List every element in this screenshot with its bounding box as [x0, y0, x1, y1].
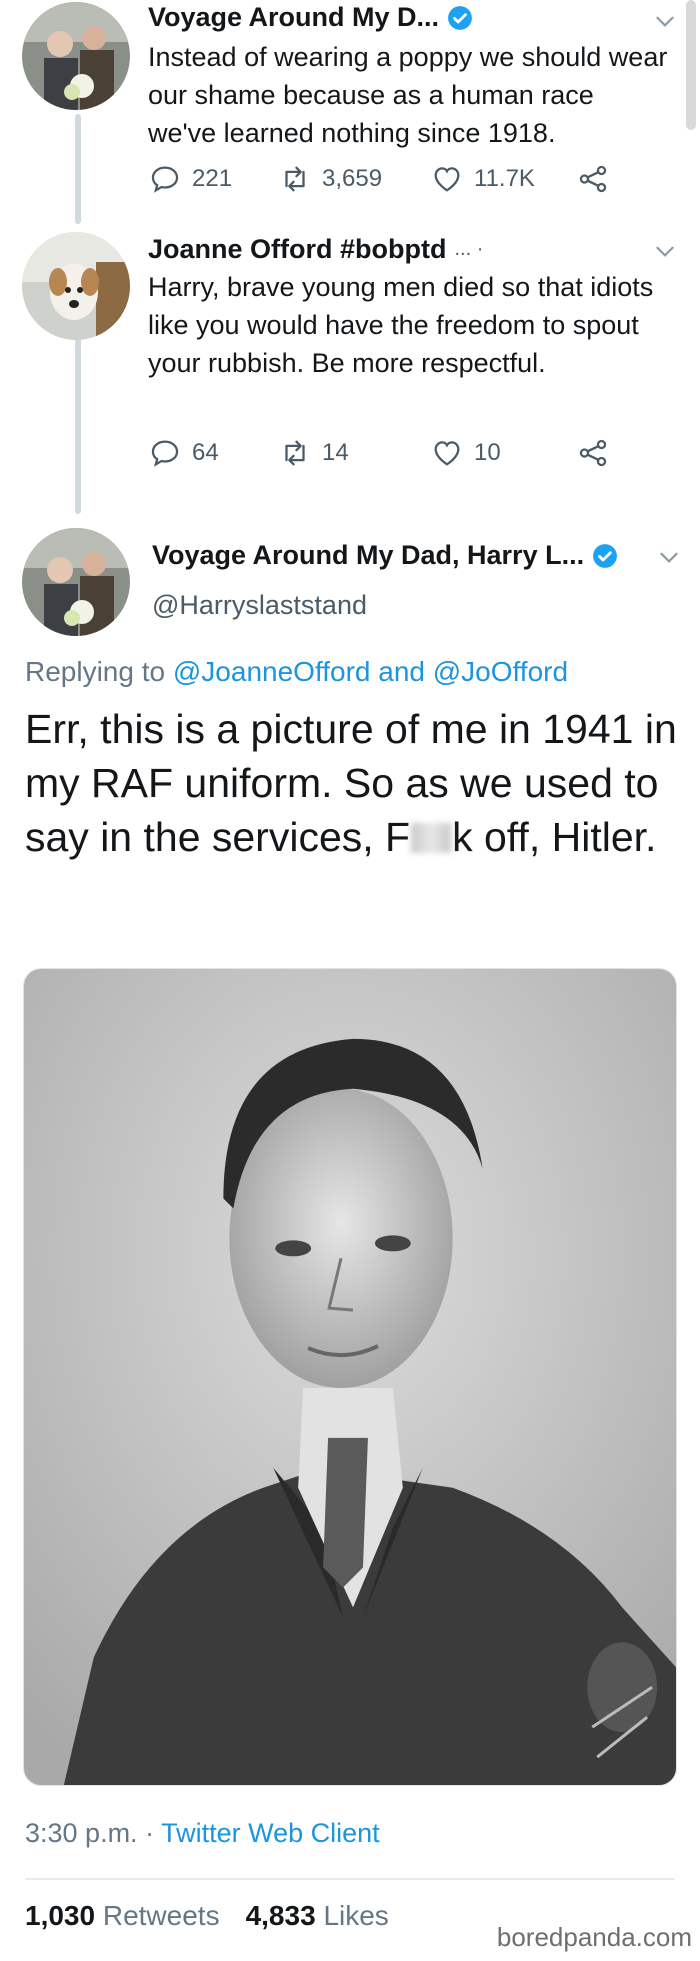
replying-to: Replying to @JoanneOfford and @JoOfford	[25, 656, 568, 688]
avatar[interactable]	[22, 232, 130, 340]
tweet-stats: 1,030 Retweets 4,833 Likes	[25, 1900, 389, 1932]
retweets-stat[interactable]: 1,030 Retweets	[25, 1900, 220, 1932]
divider	[25, 1878, 675, 1880]
tweet-client[interactable]: Twitter Web Client	[161, 1818, 380, 1848]
reply-count: 64	[192, 439, 219, 466]
like-button[interactable]: 11.7K	[430, 162, 576, 196]
mention-link[interactable]: @JoanneOfford	[173, 656, 371, 687]
replying-prefix: Replying to	[25, 656, 166, 687]
reply-icon	[151, 440, 179, 467]
share-icon	[579, 165, 607, 193]
tweet-header: Voyage Around My Dad, Harry L...	[152, 540, 618, 571]
watermark: boredpanda.com	[496, 1922, 692, 1952]
user-handle[interactable]: @Harryslaststand	[152, 590, 367, 621]
share-icon	[579, 439, 607, 467]
verified-badge-icon	[448, 5, 472, 30]
thread-connector-line	[75, 114, 81, 224]
thread-connector-line	[75, 338, 81, 514]
share-button[interactable]	[576, 162, 610, 196]
retweet-button[interactable]: 3,659	[278, 162, 430, 196]
meta-separator: ·	[145, 1818, 155, 1848]
tweet-text: Err, this is a picture of me in 1941 in …	[25, 702, 685, 864]
display-name[interactable]: Voyage Around My D...	[148, 2, 439, 33]
tweet-header: Voyage Around My D...	[148, 2, 473, 33]
heart-icon	[434, 167, 460, 192]
likes-label: Likes	[323, 1900, 389, 1931]
retweet-count: 14	[322, 439, 349, 466]
reply-icon	[151, 166, 179, 193]
tweet-time[interactable]: 3:30 p.m.	[25, 1818, 138, 1848]
tweet-actions: 64 14 10	[148, 436, 610, 470]
retweet-button[interactable]: 14	[278, 436, 430, 470]
like-count: 10	[474, 439, 501, 466]
tweet-header: Joanne Offord #bobptd ... ·	[148, 234, 483, 265]
tweet-actions: 221 3,659 11.7K	[148, 162, 610, 196]
retweets-label: Retweets	[102, 1900, 220, 1931]
scrollbar[interactable]	[686, 0, 696, 130]
display-name[interactable]: Voyage Around My Dad, Harry L...	[152, 540, 584, 571]
name-suffix: ... ·	[454, 238, 484, 260]
chevron-down-icon[interactable]	[656, 544, 682, 570]
tweet-text: Harry, brave young men died so that idio…	[148, 272, 654, 378]
retweets-count: 1,030	[25, 1900, 96, 1931]
display-name[interactable]: Joanne Offord #bobptd	[148, 234, 446, 265]
chevron-down-icon[interactable]	[652, 238, 678, 264]
reply-button[interactable]: 64	[148, 436, 278, 470]
likes-count: 4,833	[245, 1900, 316, 1931]
like-count: 11.7K	[474, 165, 535, 192]
share-button[interactable]	[576, 436, 610, 470]
retweet-icon	[285, 440, 305, 466]
likes-stat[interactable]: 4,833 Likes	[246, 1900, 389, 1932]
heart-icon	[434, 441, 460, 466]
mention-link[interactable]: @JoOfford	[433, 656, 568, 687]
avatar[interactable]	[22, 528, 130, 636]
mention-conjunction: and	[378, 656, 425, 687]
avatar[interactable]	[22, 2, 130, 110]
retweet-count: 3,659	[322, 165, 383, 192]
tweet-photo[interactable]	[23, 968, 677, 1786]
verified-badge-icon	[593, 543, 618, 568]
tweet-meta: 3:30 p.m. · Twitter Web Client	[25, 1818, 380, 1849]
like-button[interactable]: 10	[430, 436, 576, 470]
tweet-text-part: k off, Hitler.	[452, 814, 657, 860]
tweet-text: Instead of wearing a poppy we should wea…	[148, 42, 668, 148]
reply-count: 221	[192, 165, 233, 192]
reply-button[interactable]: 221	[148, 162, 278, 196]
censor-blur	[411, 823, 452, 853]
chevron-down-icon[interactable]	[652, 8, 678, 34]
retweet-icon	[285, 166, 305, 192]
